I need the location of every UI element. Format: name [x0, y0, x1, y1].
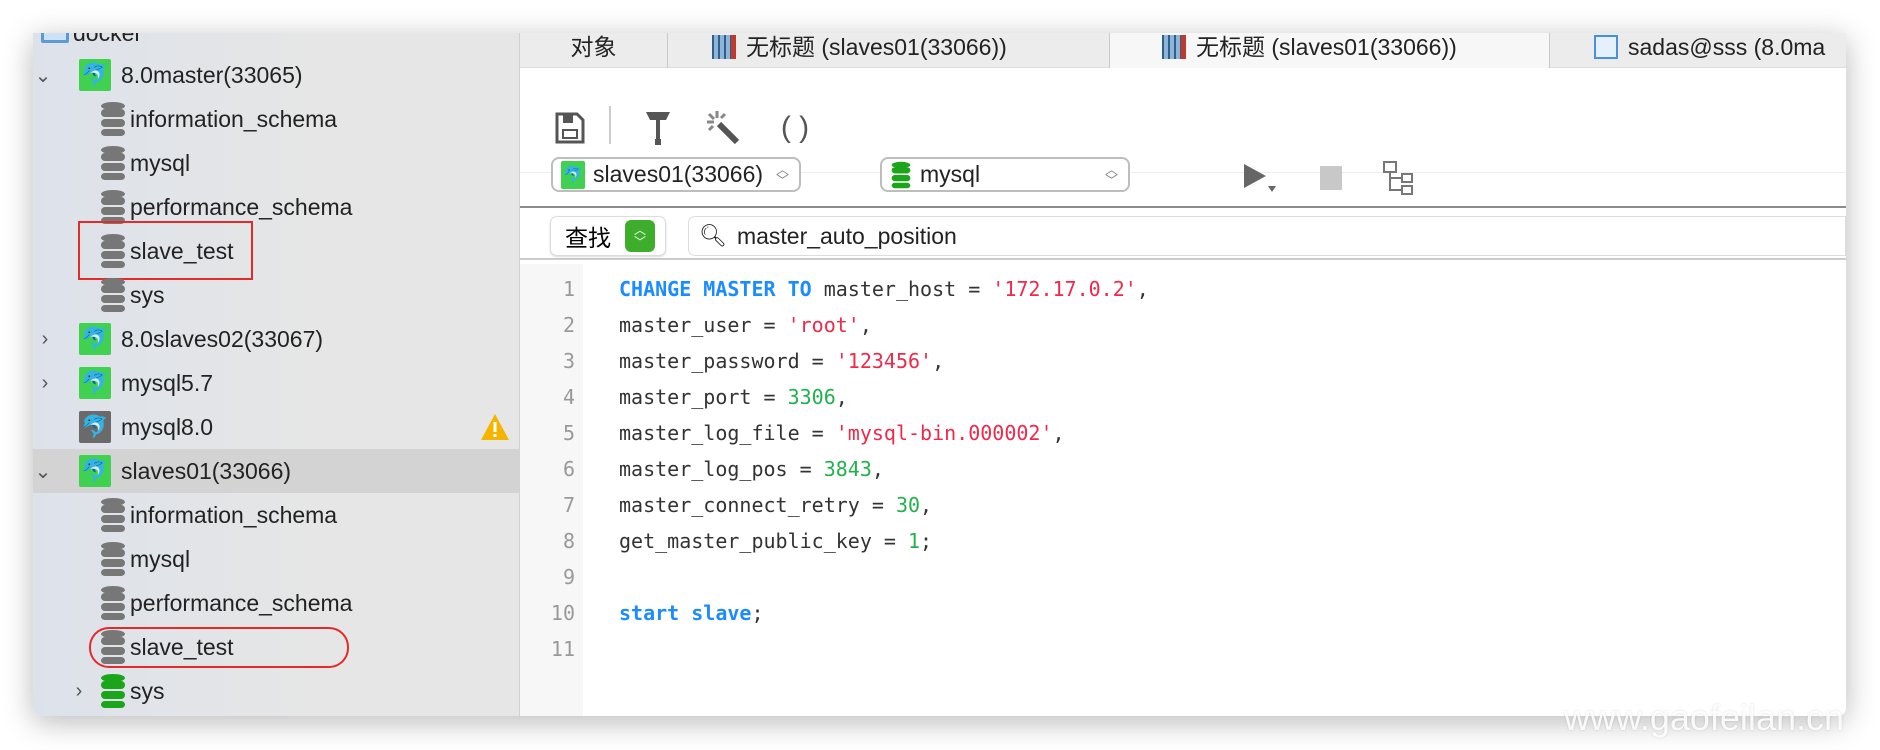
database-icon	[891, 161, 911, 188]
tree-db-mysql[interactable]: mysql	[33, 141, 520, 185]
code-line: master_port = 3306,	[619, 385, 848, 409]
tab-query-2[interactable]: 无标题 (slaves01(33066))	[1110, 33, 1550, 68]
updown-arrows-icon: ︿ ﹀	[625, 220, 655, 252]
line-number-gutter: 1 2 3 4 5 6 7 8 9 10 11	[520, 264, 583, 716]
code-line: master_connect_retry = 30,	[619, 493, 933, 517]
line-number: 7	[562, 493, 575, 517]
line-number: 4	[562, 385, 575, 409]
tree-connection-mysql8-0[interactable]: 🐬 mysql8.0	[33, 405, 520, 449]
line-number: 1	[562, 277, 575, 301]
line-number: 5	[562, 421, 575, 445]
line-number: 3	[562, 349, 575, 373]
database-select[interactable]: mysql ︿ ﹀	[880, 157, 1130, 192]
edit-table-icon	[1594, 35, 1618, 59]
tab-design[interactable]: sadas@sss (8.0ma	[1550, 33, 1846, 68]
stop-icon[interactable]	[1320, 166, 1342, 190]
run-icon[interactable]	[1242, 160, 1278, 194]
mysql-logo-icon: 🐬	[561, 160, 585, 189]
search-icon: 🔍︎	[699, 223, 727, 248]
code-line: master_user = 'root',	[619, 313, 872, 337]
line-number: 9	[562, 565, 575, 589]
tree-connection-8-0slaves02[interactable]: › 🐬 8.0slaves02(33067)	[33, 317, 520, 361]
highlight-rectangle	[78, 221, 253, 280]
line-number: 8	[562, 529, 575, 553]
database-icon	[101, 146, 125, 180]
tab-bar: 对象 无标题 (slaves01(33066)) 无标题 (slaves01(3…	[520, 33, 1846, 68]
mysql-logo-icon: 🐬	[79, 59, 111, 91]
database-icon	[101, 190, 125, 224]
find-mode-select[interactable]: 查找 ︿ ﹀	[550, 216, 666, 256]
code-line: master_log_pos = 3843,	[619, 457, 884, 481]
explain-tree-icon[interactable]	[1382, 160, 1416, 196]
connection-tree: docker ⌄ 🐬 8.0master(33065) information_…	[33, 33, 520, 716]
database-icon	[101, 674, 125, 708]
highlight-ellipse	[89, 627, 349, 668]
query-table-icon	[1162, 35, 1186, 59]
mysql-logo-icon: 🐬	[79, 367, 111, 399]
toolbar-divider	[609, 106, 611, 144]
chevron-down-icon[interactable]: ⌄	[33, 459, 53, 484]
line-number: 10	[550, 601, 575, 625]
tab-query-1[interactable]: 无标题 (slaves01(33066))	[668, 33, 1110, 68]
tree-connection-mysql5-7[interactable]: › 🐬 mysql5.7	[33, 361, 520, 405]
database-icon	[101, 542, 125, 576]
tree-connection-8-0master[interactable]: ⌄ 🐬 8.0master(33065)	[33, 53, 520, 97]
line-number: 2	[562, 313, 575, 337]
database-icon	[101, 498, 125, 532]
tree-connection-slaves01[interactable]: ⌄ 🐬 slaves01(33066)	[33, 449, 520, 493]
tab-objects[interactable]: 对象	[520, 33, 668, 68]
search-input[interactable]: 🔍︎ master_auto_position	[688, 216, 1846, 256]
chevron-down-icon[interactable]: ⌄	[33, 63, 53, 88]
sql-editor[interactable]: 1 2 3 4 5 6 7 8 9 10 11 CHANGE MASTER TO…	[520, 264, 1846, 716]
tree-db-information-schema[interactable]: information_schema	[33, 97, 520, 141]
mysql-logo-icon: 🐬	[79, 455, 111, 487]
query-options-bar: 🐬 slaves01(33066) ︿ ﹀ mysql ︿ ﹀	[520, 140, 1846, 208]
code-line: start slave;	[619, 601, 764, 625]
updown-arrows-icon: ︿ ﹀	[1104, 161, 1118, 188]
tree-group-docker[interactable]: docker	[33, 33, 520, 55]
code-line: master_log_file = 'mysql-bin.000002',	[619, 421, 1065, 445]
tree-db-performance-schema[interactable]: performance_schema	[33, 581, 520, 625]
mysql-logo-icon: 🐬	[79, 411, 111, 443]
line-number: 11	[550, 637, 575, 661]
code-line: get_master_public_key = 1;	[619, 529, 933, 553]
mysql-logo-icon: 🐬	[79, 323, 111, 355]
updown-arrows-icon: ︿ ﹀	[775, 161, 789, 188]
find-bar: 查找 ︿ ﹀ 🔍︎ master_auto_position	[520, 210, 1846, 260]
chevron-right-icon[interactable]: ›	[35, 328, 55, 351]
chevron-right-icon[interactable]: ›	[35, 372, 55, 395]
tree-db-sys[interactable]: sys	[33, 273, 520, 317]
code-line: CHANGE MASTER TO master_host = '172.17.0…	[619, 277, 1149, 301]
chevron-right-icon[interactable]: ›	[69, 680, 89, 703]
tree-db-mysql[interactable]: mysql	[33, 537, 520, 581]
database-icon	[101, 278, 125, 312]
code-line: master_password = '123456',	[619, 349, 945, 373]
tree-db-sys[interactable]: › sys	[33, 669, 520, 713]
watermark: www.gaofeilan.cn	[1563, 697, 1844, 738]
line-number: 6	[562, 457, 575, 481]
connection-select[interactable]: 🐬 slaves01(33066) ︿ ﹀	[551, 157, 801, 192]
folder-icon	[41, 33, 69, 43]
database-icon	[101, 586, 125, 620]
database-icon	[101, 102, 125, 136]
navicat-window: docker ⌄ 🐬 8.0master(33065) information_…	[33, 33, 1846, 716]
query-table-icon	[712, 35, 736, 59]
tree-db-information-schema[interactable]: information_schema	[33, 493, 520, 537]
warning-icon	[481, 414, 509, 440]
